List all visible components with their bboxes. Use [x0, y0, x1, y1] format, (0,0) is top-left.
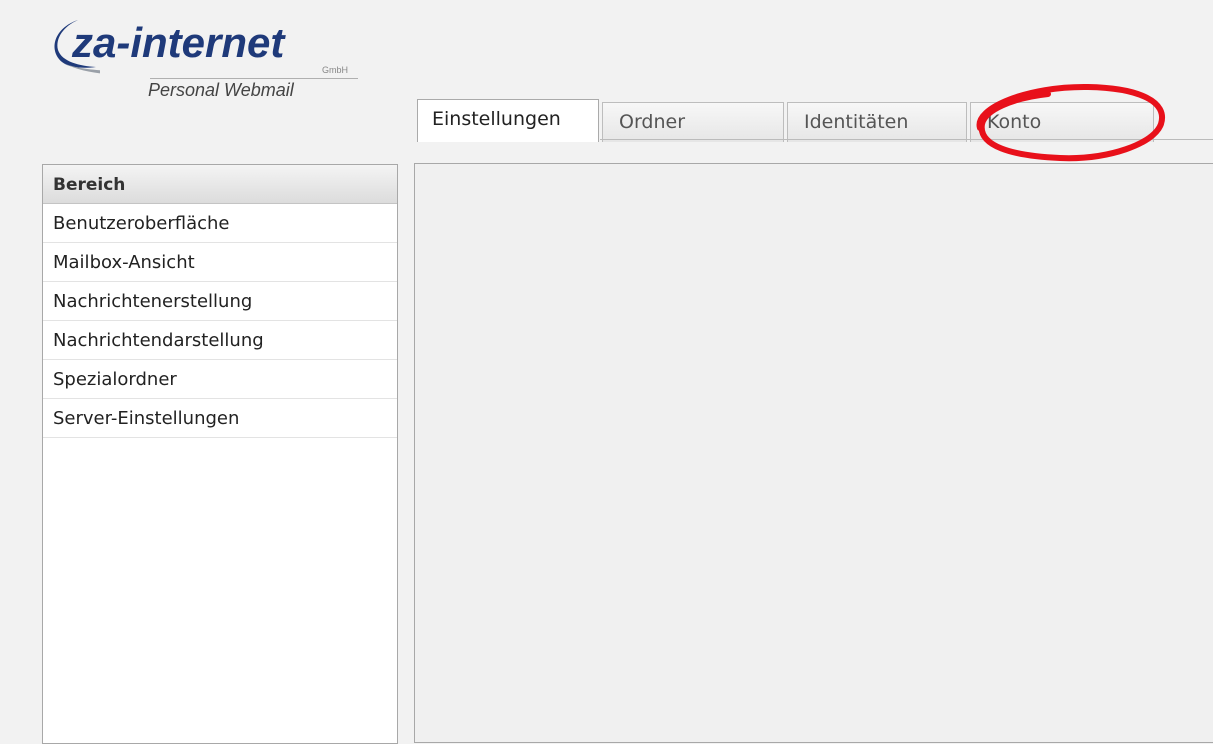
tab-identitaeten[interactable]: Identitäten	[787, 102, 967, 142]
sidebar-item-nachrichtenerstellung[interactable]: Nachrichtenerstellung	[43, 282, 397, 321]
tab-label: Ordner	[619, 111, 686, 133]
sidebar-item-server-einstellungen[interactable]: Server-Einstellungen	[43, 399, 397, 438]
sidebar-item-spezialordner[interactable]: Spezialordner	[43, 360, 397, 399]
sidebar-item-nachrichtendarstellung[interactable]: Nachrichtendarstellung	[43, 321, 397, 360]
sidebar-item-benutzeroberflaeche[interactable]: Benutzeroberfläche	[43, 204, 397, 243]
tab-label: Einstellungen	[432, 108, 561, 130]
highlight-ellipse	[976, 83, 1166, 162]
settings-sidebar: Bereich Benutzeroberfläche Mailbox-Ansic…	[42, 164, 398, 744]
tab-ordner[interactable]: Ordner	[602, 102, 784, 142]
sidebar-item-mailbox-ansicht[interactable]: Mailbox-Ansicht	[43, 243, 397, 282]
tab-einstellungen[interactable]: Einstellungen	[417, 99, 599, 142]
logo-subtitle: Personal Webmail	[148, 80, 294, 100]
tab-label: Identitäten	[804, 111, 909, 133]
logo-divider	[150, 78, 358, 79]
logo: za-internet GmbH Personal Webmail	[40, 12, 370, 112]
settings-content-panel	[414, 163, 1213, 743]
logo-company-suffix: GmbH	[322, 65, 349, 75]
logo-name: za-internet	[72, 19, 285, 66]
sidebar-header: Bereich	[43, 165, 397, 204]
